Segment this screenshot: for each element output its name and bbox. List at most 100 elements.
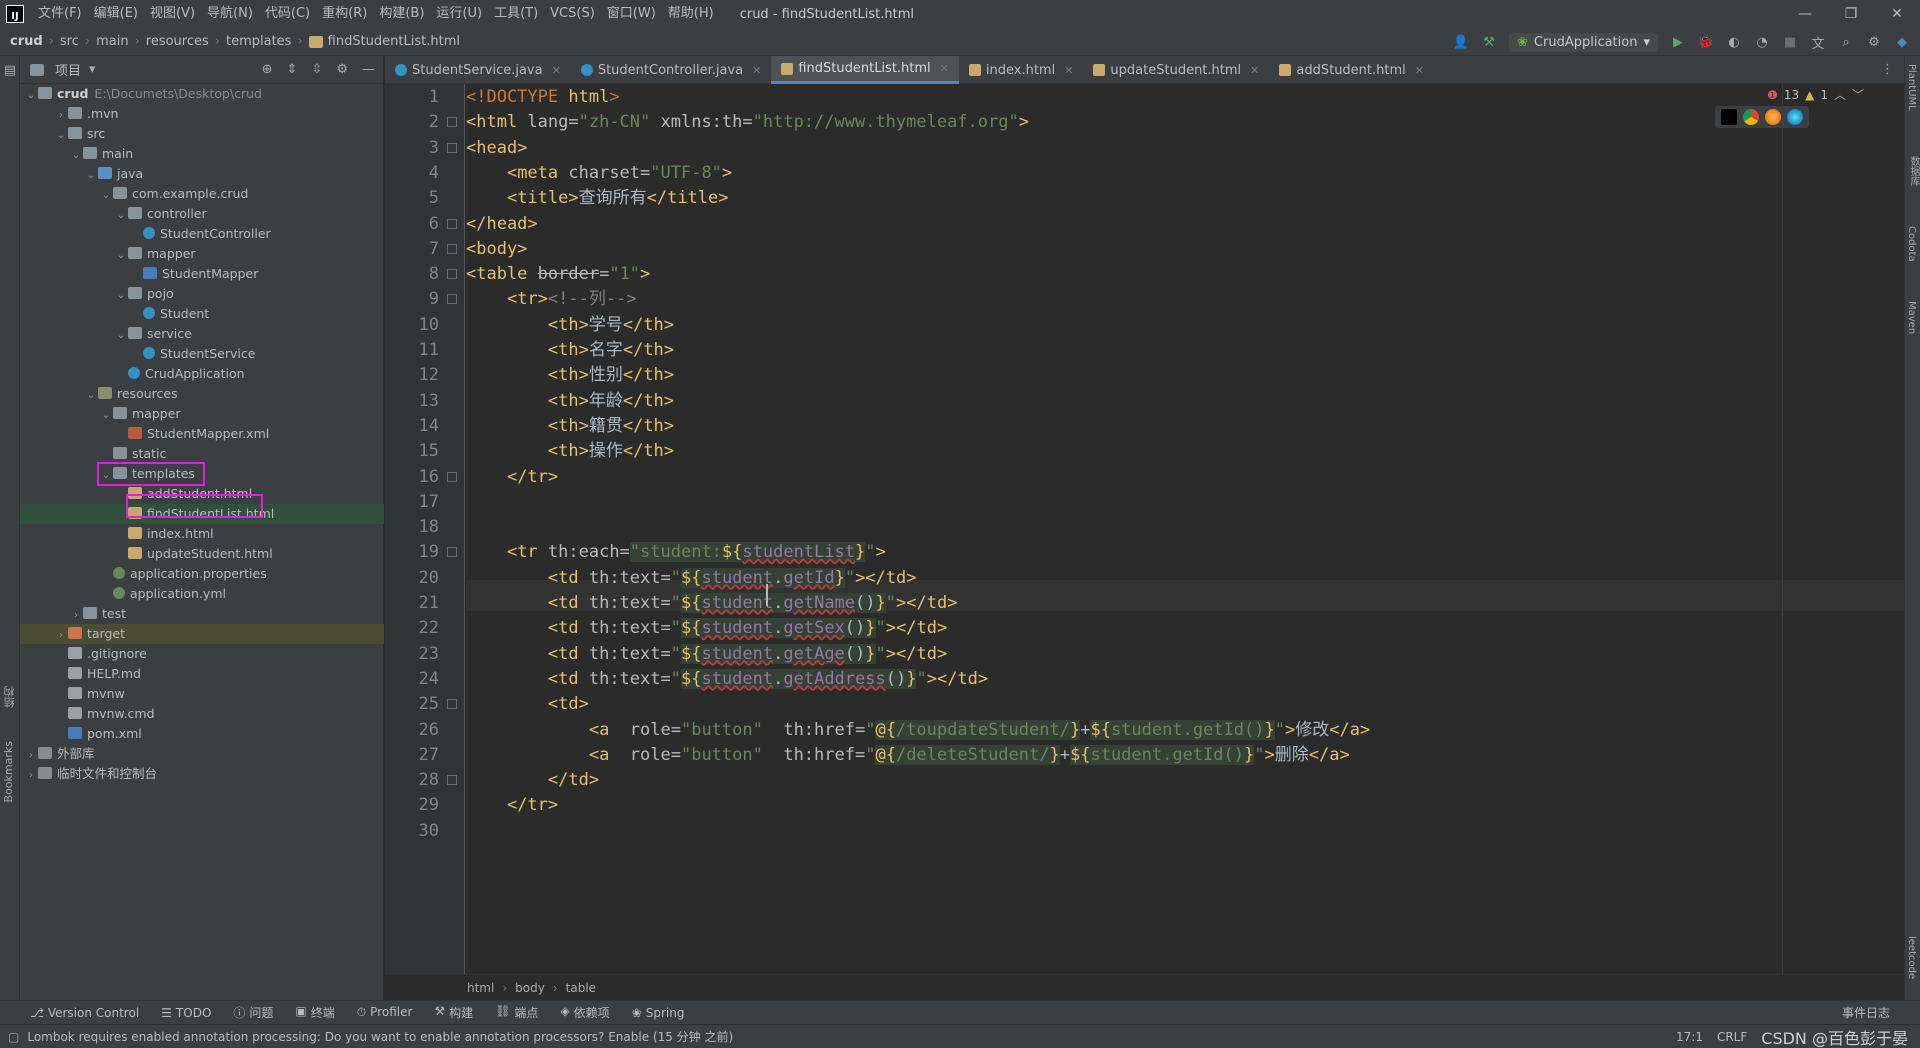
menu-item-5[interactable]: 重构(R) <box>316 0 373 28</box>
fold-marker-icon[interactable] <box>447 699 457 710</box>
tree-item[interactable]: ⌄ mapper <box>20 404 384 424</box>
breadcrumb-item[interactable]: main <box>96 34 128 49</box>
tree-root-crud[interactable]: ⌄ crud E:\Documets\Desktop\crud <box>20 84 384 104</box>
fold-marker-icon[interactable] <box>447 775 457 786</box>
menu-item-1[interactable]: 编辑(E) <box>88 0 144 28</box>
tree-item[interactable]: application.yml <box>20 584 384 604</box>
close-icon[interactable]: ✕ <box>1415 64 1424 77</box>
tree-item[interactable]: StudentMapper.xml <box>20 424 384 444</box>
tree-item[interactable]: StudentMapper <box>20 264 384 284</box>
maven-tool-button[interactable]: Maven <box>1906 301 1917 334</box>
menu-item-10[interactable]: 窗口(W) <box>601 0 662 28</box>
tree-item[interactable]: HELP.md <box>20 664 384 684</box>
menu-item-4[interactable]: 代码(C) <box>259 0 316 28</box>
close-icon[interactable]: ✕ <box>552 64 561 77</box>
inspection-widget[interactable]: ❶ 13 ▲ 1 ︿ ﹀ <box>1767 86 1864 103</box>
code-area[interactable]: <!DOCTYPE html> <html lang="zh-CN" xmlns:… <box>466 84 1884 974</box>
chevron-right-icon[interactable]: › <box>24 746 38 766</box>
stop-icon[interactable]: ■ <box>1782 34 1798 50</box>
menu-item-8[interactable]: 工具(T) <box>488 0 544 28</box>
event-log-button[interactable]: 事件日志 <box>1842 1004 1890 1021</box>
chevron-up-icon[interactable]: ︿ <box>1834 86 1846 103</box>
editor-crumb-body[interactable]: body <box>515 981 545 995</box>
close-icon[interactable]: ✕ <box>752 64 761 77</box>
tree-item[interactable]: updateStudent.html <box>20 544 384 564</box>
project-panel-title[interactable]: 项目 <box>55 60 81 79</box>
code-editor[interactable]: 1 2 3 4 5 6 7 8 9 10 11 12 13 14 15 16 17 18 19 20 21 22 23 24 2… <box>385 84 1904 974</box>
gear-icon[interactable]: ⚙ <box>336 62 348 77</box>
tree-item[interactable]: application.properties <box>20 564 384 584</box>
status-toggle-icon[interactable]: ▢ <box>8 1030 19 1044</box>
database-tool-button[interactable]: 数据库 <box>1906 156 1920 186</box>
chevron-down-icon[interactable]: ⌄ <box>69 146 83 166</box>
tree-item[interactable]: mvnw <box>20 684 384 704</box>
project-tool-icon[interactable]: ▤ <box>2 62 18 78</box>
minimize-button[interactable]: — <box>1782 0 1828 28</box>
chevron-down-icon[interactable]: ⌄ <box>84 166 98 186</box>
run-icon[interactable]: ▶ <box>1670 34 1686 50</box>
expand-all-icon[interactable]: ⇕ <box>287 62 298 77</box>
chevron-down-icon[interactable]: ⌄ <box>114 286 128 306</box>
menu-item-7[interactable]: 运行(U) <box>430 0 488 28</box>
breadcrumb-item[interactable]: findStudentList.html <box>328 34 460 49</box>
status-message[interactable]: Lombok requires enabled annotation proce… <box>27 1028 733 1045</box>
fold-marker-icon[interactable] <box>447 547 457 558</box>
chevron-right-icon[interactable]: › <box>24 766 38 786</box>
editor-crumb-html[interactable]: html <box>467 981 494 995</box>
close-icon[interactable]: ✕ <box>1064 64 1073 77</box>
bottom-tool-2[interactable]: ⓘ 问题 <box>233 1004 273 1021</box>
tree-item[interactable]: ⌄ mapper <box>20 244 384 264</box>
tree-item[interactable]: › test <box>20 604 384 624</box>
breadcrumb-item[interactable]: crud <box>10 34 43 49</box>
fold-marker-icon[interactable] <box>447 269 457 280</box>
menu-item-2[interactable]: 视图(V) <box>144 0 201 28</box>
more-tabs-icon[interactable]: ⋮ <box>1881 56 1894 84</box>
bottom-tool-4[interactable]: ⏱ Profiler <box>357 1005 413 1020</box>
tree-item[interactable]: ⌄ src <box>20 124 384 144</box>
bottom-tool-1[interactable]: ☰ TODO <box>161 1006 211 1020</box>
chrome-icon[interactable] <box>1743 109 1759 125</box>
edge-icon[interactable] <box>1787 109 1803 125</box>
fold-marker-icon[interactable] <box>447 218 457 229</box>
editor-tab[interactable]: addStudent.html ✕ <box>1269 56 1434 84</box>
chevron-down-icon[interactable]: ⌄ <box>24 86 38 106</box>
chevron-down-icon[interactable]: ﹀ <box>1852 86 1864 103</box>
plugin-icon[interactable]: ◆ <box>1894 34 1910 50</box>
hide-panel-icon[interactable]: — <box>362 62 375 77</box>
tree-item[interactable]: ⌄ java <box>20 164 384 184</box>
tree-item[interactable]: pom.xml <box>20 724 384 744</box>
bottom-tool-0[interactable]: ⎇ Version Control <box>30 1006 139 1020</box>
breadcrumb-item[interactable]: templates <box>226 34 291 49</box>
tree-item[interactable]: StudentController <box>20 224 384 244</box>
profile-icon[interactable]: ◔ <box>1754 34 1770 50</box>
editor-crumb-table[interactable]: table <box>566 981 596 995</box>
tree-item[interactable]: index.html <box>20 524 384 544</box>
tree-item[interactable]: StudentService <box>20 344 384 364</box>
leetcode-tool-button[interactable]: leetcode <box>1906 936 1917 979</box>
editor-tab[interactable]: index.html ✕ <box>959 56 1084 84</box>
tree-item[interactable]: ⌄ pojo <box>20 284 384 304</box>
search-icon[interactable]: ⌕ <box>1838 34 1854 50</box>
tree-item[interactable]: Student <box>20 304 384 324</box>
structure-tool-button[interactable]: 结构 <box>2 686 18 708</box>
firefox-icon[interactable] <box>1765 109 1781 125</box>
chevron-down-icon[interactable]: ⌄ <box>114 246 128 266</box>
chevron-down-icon[interactable]: ⌄ <box>114 326 128 346</box>
editor-tab[interactable]: StudentController.java ✕ <box>571 56 772 84</box>
translate-icon[interactable]: 文 <box>1810 34 1826 52</box>
bottom-tool-8[interactable]: ❀ Spring <box>632 1006 685 1020</box>
chevron-down-icon[interactable]: ⌄ <box>99 406 113 426</box>
menu-item-0[interactable]: 文件(F) <box>32 0 88 28</box>
tree-item[interactable]: › 临时文件和控制台 <box>20 764 384 784</box>
chevron-right-icon[interactable]: › <box>69 606 83 626</box>
debug-icon[interactable]: 🐞 <box>1698 34 1714 50</box>
breadcrumb-item[interactable]: src <box>60 34 79 49</box>
bottom-tool-3[interactable]: ▣ 终端 <box>295 1004 334 1021</box>
menu-item-11[interactable]: 帮助(H) <box>662 0 720 28</box>
intellij-browser-icon[interactable] <box>1721 109 1737 125</box>
build-hammer-icon[interactable]: ⚒ <box>1481 34 1497 50</box>
menu-item-6[interactable]: 构建(B) <box>373 0 430 28</box>
user-icon[interactable]: 👤 <box>1453 34 1469 50</box>
bottom-tool-6[interactable]: ⛓ 端点 <box>495 1004 538 1021</box>
coverage-icon[interactable]: ◐ <box>1726 34 1742 50</box>
